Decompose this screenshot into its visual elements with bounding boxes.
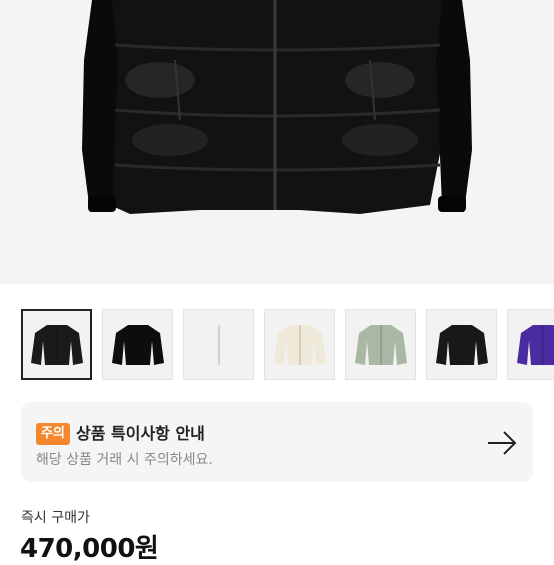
thumbnail-black-2[interactable] [426,309,497,380]
thumbnail-purple[interactable] [507,309,554,380]
arrow-right-icon[interactable] [485,426,519,460]
jacket-icon [110,321,166,369]
thumbnail-black[interactable] [21,309,92,380]
jacket-icon [29,321,85,369]
thumbnail-cream[interactable] [264,309,335,380]
jacket-icon [191,321,247,369]
caution-badge: 주의 [36,423,70,445]
product-image [0,0,554,284]
jacket-icon [353,321,409,369]
price-label: 즉시 구매가 [21,507,90,527]
notice-subtitle: 해당 상품 거래 시 주의하세요. [36,451,213,469]
jacket-icon [272,321,328,369]
thumbnail-white[interactable] [183,309,254,380]
price-value: 470,000원 [20,528,158,565]
jacket-icon [434,321,490,369]
notice-card[interactable]: 주의 상품 특이사항 안내 해당 상품 거래 시 주의하세요. [21,402,533,482]
thumbnail-strip [21,309,554,380]
notice-title: 상품 특이사항 안내 [76,423,205,445]
jacket-icon [515,321,554,369]
thumbnail-shiny-black[interactable] [102,309,173,380]
thumbnail-sage[interactable] [345,309,416,380]
